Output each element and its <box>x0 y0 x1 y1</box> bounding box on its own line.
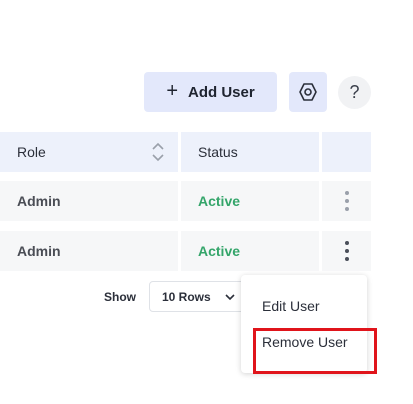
table-row-role-cell: Admin <box>0 181 178 221</box>
help-button[interactable]: ? <box>338 76 371 109</box>
column-header-status: Status <box>181 132 319 172</box>
table-row-actions-cell <box>322 181 371 221</box>
column-header-actions <box>322 132 371 172</box>
row-actions-menu: Edit User Remove User <box>241 275 367 373</box>
more-actions-icon[interactable] <box>344 240 350 262</box>
status-badge: Active <box>198 193 241 209</box>
rows-per-page-select[interactable]: 10 Rows <box>149 281 245 312</box>
add-user-button[interactable]: + Add User <box>144 72 277 112</box>
table-row-status-cell: Active <box>181 231 319 271</box>
menu-item-remove-user[interactable]: Remove User <box>262 334 348 350</box>
sort-icon[interactable] <box>152 142 164 162</box>
column-header-label: Status <box>198 144 238 160</box>
table-row-status-cell: Active <box>181 181 319 221</box>
plus-icon: + <box>166 80 178 102</box>
status-badge: Active <box>198 243 241 259</box>
more-actions-icon[interactable] <box>344 190 350 212</box>
column-header-role[interactable]: Role <box>0 132 178 172</box>
add-user-label: Add User <box>188 83 255 101</box>
chevron-down-icon <box>225 294 235 301</box>
user-management-panel: + Add User ? Role Status Admin Active Ad… <box>0 0 413 404</box>
table-row-role-cell: Admin <box>0 231 178 271</box>
menu-item-edit-user[interactable]: Edit User <box>262 298 320 314</box>
column-header-label: Role <box>17 144 46 160</box>
rows-per-page-value: 10 Rows <box>162 289 211 304</box>
role-text: Admin <box>17 193 61 209</box>
hexagon-settings-icon <box>299 83 317 101</box>
show-label: Show <box>104 290 136 304</box>
settings-button[interactable] <box>289 72 327 112</box>
table-row-actions-cell <box>322 231 371 271</box>
role-text: Admin <box>17 243 61 259</box>
help-icon: ? <box>349 82 360 102</box>
